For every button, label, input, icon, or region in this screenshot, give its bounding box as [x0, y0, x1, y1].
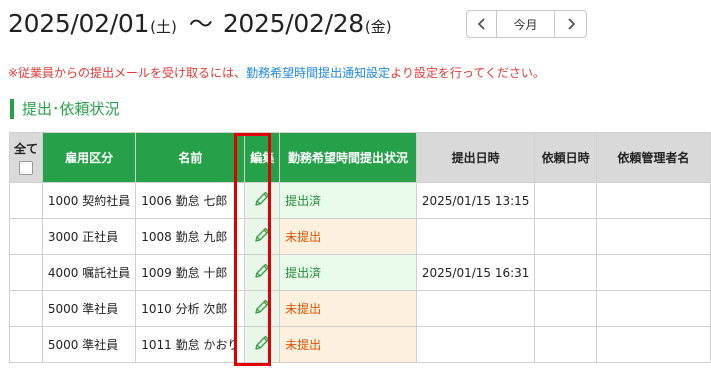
- header-requested-at[interactable]: 依頼日時: [534, 132, 597, 183]
- notice-suffix: より設定を行ってください。: [390, 66, 545, 80]
- requested-at-cell: [534, 326, 597, 363]
- select-all-checkbox[interactable]: [18, 161, 33, 175]
- name-cell: 1009 勤怠 十郎: [135, 254, 246, 291]
- header-status[interactable]: 勤務希望時間提出状況: [279, 132, 417, 183]
- current-month-button[interactable]: 今月: [497, 11, 555, 37]
- pencil-icon[interactable]: [253, 226, 271, 244]
- range-separator: 〜: [188, 10, 213, 38]
- status-submitted: 提出済: [285, 266, 322, 280]
- chevron-right-icon: [567, 18, 575, 30]
- name-cell: 1006 勤怠 七郎: [135, 182, 246, 219]
- employment-cell: 5000 準社員: [41, 326, 137, 363]
- edit-cell[interactable]: [244, 326, 281, 363]
- submission-status-table: 全て 雇用区分 名前 編集 勤務希望時間提出状況 提出日時 依頼日時 依頼管理者…: [9, 132, 711, 363]
- name-cell: 1008 勤怠 九郎: [135, 218, 246, 255]
- manager-cell: [595, 326, 711, 363]
- pencil-icon[interactable]: [253, 298, 271, 316]
- row-select-cell: [9, 290, 43, 327]
- name-cell: 1010 分析 次郎: [135, 290, 246, 327]
- manager-cell: [595, 218, 711, 255]
- row-select-cell: [9, 254, 43, 291]
- employment-cell: 3000 正社員: [41, 218, 137, 255]
- submitted-at-cell: 2025/01/15 13:15: [415, 182, 536, 219]
- status-cell: 未提出: [279, 218, 417, 255]
- header-all-label: 全て: [13, 142, 38, 156]
- header-manager[interactable]: 依頼管理者名: [595, 132, 711, 183]
- edit-cell[interactable]: [244, 290, 281, 327]
- header-edit: 編集: [244, 132, 281, 183]
- row-select-cell: [9, 218, 43, 255]
- end-day-of-week: (金): [364, 18, 392, 36]
- status-not-submitted: 未提出: [285, 302, 322, 316]
- prev-month-button[interactable]: [467, 11, 497, 37]
- employment-cell: 1000 契約社員: [41, 182, 137, 219]
- start-date: 2025/02/01: [8, 9, 150, 38]
- table-row: 1000 契約社員 1006 勤怠 七郎 提出済 2025/01/15 13:1…: [9, 182, 711, 219]
- submitted-at-cell: [415, 326, 536, 363]
- chevron-left-icon: [477, 18, 485, 30]
- submitted-at-cell: [415, 218, 536, 255]
- table-header-row: 全て 雇用区分 名前 編集 勤務希望時間提出状況 提出日時 依頼日時 依頼管理者…: [9, 132, 711, 183]
- header-all: 全て: [9, 132, 43, 183]
- notification-notice: ※従業員からの提出メールを受け取るには、勤務希望時間提出通知設定より設定を行って…: [8, 64, 545, 81]
- notification-settings-link[interactable]: 勤務希望時間提出通知設定: [246, 66, 390, 80]
- end-date: 2025/02/28: [222, 9, 364, 38]
- requested-at-cell: [534, 218, 597, 255]
- month-navigation: 今月: [466, 10, 587, 38]
- table-row: 5000 準社員 1010 分析 次郎 未提出: [9, 290, 711, 327]
- status-cell: 未提出: [279, 290, 417, 327]
- table-row: 5000 準社員 1011 勤怠 かおり 未提出: [9, 326, 711, 363]
- edit-cell[interactable]: [244, 218, 281, 255]
- table-row: 4000 嘱託社員 1009 勤怠 十郎 提出済 2025/01/15 16:3…: [9, 254, 711, 291]
- header-name[interactable]: 名前: [135, 132, 246, 183]
- header-submitted-at[interactable]: 提出日時: [415, 132, 536, 183]
- edit-cell[interactable]: [244, 182, 281, 219]
- next-month-button[interactable]: [555, 11, 586, 37]
- start-day-of-week: (土): [150, 18, 177, 36]
- status-submitted: 提出済: [285, 194, 322, 208]
- manager-cell: [595, 254, 711, 291]
- header-employment[interactable]: 雇用区分: [41, 132, 137, 183]
- pencil-icon[interactable]: [253, 262, 271, 280]
- submitted-at-cell: [415, 290, 536, 327]
- submitted-at-cell: 2025/01/15 16:31: [415, 254, 536, 291]
- status-not-submitted: 未提出: [285, 230, 322, 244]
- name-cell: 1011 勤怠 かおり: [135, 326, 246, 363]
- status-not-submitted: 未提出: [285, 338, 322, 352]
- requested-at-cell: [534, 182, 597, 219]
- status-cell: 提出済: [279, 182, 417, 219]
- status-cell: 提出済: [279, 254, 417, 291]
- section-title: 提出･依頼状況: [10, 99, 120, 119]
- employment-cell: 4000 嘱託社員: [41, 254, 137, 291]
- edit-cell[interactable]: [244, 254, 281, 291]
- status-cell: 未提出: [279, 326, 417, 363]
- row-select-cell: [9, 182, 43, 219]
- requested-at-cell: [534, 254, 597, 291]
- row-select-cell: [9, 326, 43, 363]
- requested-at-cell: [534, 290, 597, 327]
- pencil-icon[interactable]: [253, 190, 271, 208]
- notice-prefix: ※従業員からの提出メールを受け取るには、: [8, 66, 247, 80]
- manager-cell: [595, 182, 711, 219]
- pencil-icon[interactable]: [253, 334, 271, 352]
- period-range: 2025/02/01 (土) 〜 2025/02/28 (金): [8, 4, 392, 40]
- employment-cell: 5000 準社員: [41, 290, 137, 327]
- manager-cell: [595, 290, 711, 327]
- table-row: 3000 正社員 1008 勤怠 九郎 未提出: [9, 218, 711, 255]
